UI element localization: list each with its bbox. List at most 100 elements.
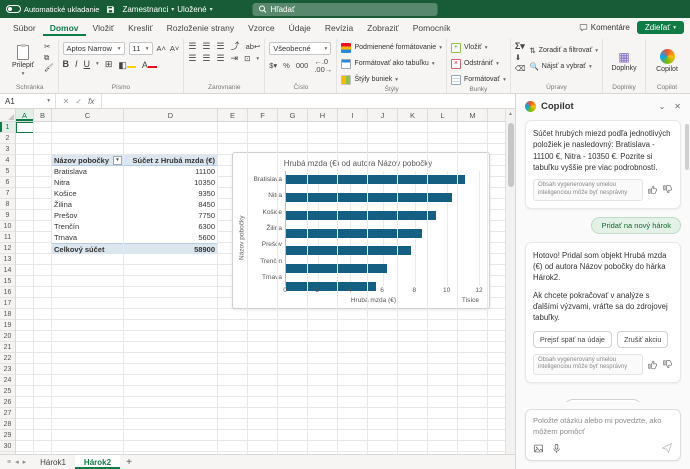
pivot-cell-name[interactable]: Žilina [52, 200, 124, 209]
copilot-input[interactable]: Položte otázku alebo mi povedzte, ako mô… [525, 409, 681, 461]
thumbs-up-icon[interactable] [647, 184, 658, 195]
fill-icon[interactable]: ⬇ [515, 54, 526, 62]
row-header-12[interactable]: 12 [0, 243, 15, 254]
pivot-total-value[interactable]: 58900 [124, 245, 218, 254]
row-header-17[interactable]: 17 [0, 298, 15, 309]
column-header-f[interactable]: F [248, 109, 278, 121]
fill-color-icon[interactable]: ◧ [118, 58, 136, 70]
pivot-header-cell[interactable]: Názov pobočky▾ [52, 156, 124, 165]
add-to-new-sheet-button[interactable]: Pridať na nový hárok [591, 217, 681, 234]
conditional-formatting-button[interactable]: Podmienené formátovanie▾ [341, 41, 441, 54]
pivot-cell-value[interactable]: 10350 [124, 178, 218, 187]
column-header-k[interactable]: K [398, 109, 428, 121]
align-top-icon[interactable]: ☰ [188, 42, 196, 51]
send-icon[interactable] [661, 442, 673, 454]
chart[interactable]: Hrubá mzda (€) od autora Názov pobočky N… [232, 152, 490, 309]
autosum-icon[interactable]: Σ▾ [515, 42, 526, 51]
align-right-icon[interactable]: ☰ [216, 54, 224, 63]
column-header-j[interactable]: J [368, 109, 398, 121]
sheet-prev-icon[interactable]: ◂ [15, 458, 19, 466]
row-header-16[interactable]: 16 [0, 287, 15, 298]
row-header-30[interactable]: 30 [0, 441, 15, 452]
row-header-24[interactable]: 24 [0, 375, 15, 386]
align-middle-icon[interactable]: ☰ [202, 42, 210, 51]
ribbon-tab-udaje[interactable]: Údaje [282, 19, 318, 36]
chart-bar[interactable] [286, 175, 465, 184]
sheet-tab-harok2[interactable]: Hárok2 [75, 455, 120, 469]
cancel-icon[interactable]: ✕ [63, 97, 70, 106]
row-header-8[interactable]: 8 [0, 199, 15, 210]
pivot-cell-name[interactable]: Prešov [52, 211, 124, 220]
row-header-10[interactable]: 10 [0, 221, 15, 232]
shrink-font-icon[interactable]: A˅ [170, 45, 179, 53]
chart-bar[interactable] [286, 211, 436, 220]
underline-icon[interactable]: U [84, 60, 91, 69]
row-header-31[interactable]: 31 [0, 452, 15, 454]
italic-icon[interactable]: I [75, 60, 78, 69]
format-as-table-button[interactable]: Formátovať ako tabuľku▾ [341, 57, 441, 70]
ribbon-tab-domov[interactable]: Domov [43, 19, 86, 36]
addins-button[interactable]: ▦ Doplnky [607, 40, 641, 82]
column-header-b[interactable]: B [34, 109, 52, 121]
change-topic-button[interactable]: Zmeniť tému [564, 399, 642, 402]
close-pane-icon[interactable]: ✕ [674, 102, 681, 111]
row-header-4[interactable]: 4 [0, 155, 15, 166]
cell-styles-button[interactable]: Štýly buniek▾ [341, 73, 441, 86]
insert-cells-button[interactable]: +Vložiť▾ [451, 41, 506, 54]
ribbon-tab-vzorce[interactable]: Vzorce [241, 19, 281, 36]
thumbs-down-icon[interactable] [662, 184, 673, 195]
font-name-select[interactable]: Aptos Narrow▾ [63, 42, 125, 55]
comments-button[interactable]: Komentáre [579, 23, 630, 32]
row-header-2[interactable]: 2 [0, 133, 15, 144]
cells-grid[interactable]: Názov pobočky▾Súčet z Hrubá mzda (€)Brat… [16, 122, 505, 454]
row-header-6[interactable]: 6 [0, 177, 15, 188]
pivot-cell-value[interactable]: 8450 [124, 200, 218, 209]
search-box[interactable]: Hľadať [253, 3, 438, 16]
column-header-c[interactable]: C [52, 109, 124, 121]
find-select-button[interactable]: 🔍Nájsť a vybrať▾ [529, 60, 598, 73]
cut-icon[interactable]: ✂ [44, 43, 54, 51]
pivot-cell-name[interactable]: Bratislava [52, 167, 124, 176]
selected-cell[interactable] [16, 122, 34, 133]
row-header-5[interactable]: 5 [0, 166, 15, 177]
row-header-20[interactable]: 20 [0, 331, 15, 342]
document-title[interactable]: Zamestnanci ▾ Uložené ▾ [122, 5, 212, 14]
ribbon-tab-vlozit[interactable]: Vložiť [86, 19, 122, 36]
pivot-cell-name[interactable]: Košice [52, 189, 124, 198]
decimal-icons[interactable]: ←.0 .00→ [314, 58, 332, 73]
chart-bar[interactable] [286, 246, 411, 255]
autosave-toggle[interactable]: Automatické ukladanie [6, 5, 99, 14]
back-to-data-button[interactable]: Prejsť späť na údaje [533, 331, 612, 348]
sort-filter-button[interactable]: ⇅Zoradiť a filtrovať▾ [529, 44, 598, 57]
ribbon-tab-zobrazit[interactable]: Zobraziť [360, 19, 406, 36]
image-attach-icon[interactable] [533, 443, 544, 454]
sheet-menu-icon[interactable]: ≡ [7, 459, 11, 466]
column-header-e[interactable]: E [218, 109, 248, 121]
row-header-23[interactable]: 23 [0, 364, 15, 375]
ribbon-tab-kreslit[interactable]: Kresliť [121, 19, 159, 36]
pivot-cell-name[interactable]: Nitra [52, 178, 124, 187]
add-sheet-button[interactable]: + [122, 455, 136, 469]
font-color-icon[interactable]: A [142, 58, 157, 70]
number-format-select[interactable]: Všeobecné▾ [269, 42, 331, 55]
sheet-tab-harok1[interactable]: Hárok1 [31, 455, 75, 469]
pivot-cell-value[interactable]: 6300 [124, 222, 218, 231]
row-header-27[interactable]: 27 [0, 408, 15, 419]
grow-font-icon[interactable]: A˄ [157, 45, 166, 53]
align-left-icon[interactable]: ☰ [188, 54, 196, 63]
column-header-a[interactable]: A [16, 109, 34, 121]
copilot-scrollbar-thumb[interactable] [685, 124, 689, 170]
borders-icon[interactable]: ⊞ [105, 60, 113, 69]
row-header-28[interactable]: 28 [0, 419, 15, 430]
column-header-h[interactable]: H [308, 109, 338, 121]
pivot-cell-value[interactable]: 5600 [124, 233, 218, 242]
row-header-29[interactable]: 29 [0, 430, 15, 441]
format-cells-button[interactable]: Formátovať▾ [451, 73, 506, 86]
merge-center-icon[interactable]: ⊡ [244, 55, 250, 63]
column-header-i[interactable]: I [338, 109, 368, 121]
thumbs-down-icon[interactable] [662, 359, 673, 370]
filter-icon[interactable]: ▾ [113, 156, 122, 165]
row-header-1[interactable]: 1 [0, 122, 15, 133]
pivot-cell-name[interactable]: Trenčín [52, 222, 124, 231]
formula-input[interactable] [102, 94, 515, 108]
